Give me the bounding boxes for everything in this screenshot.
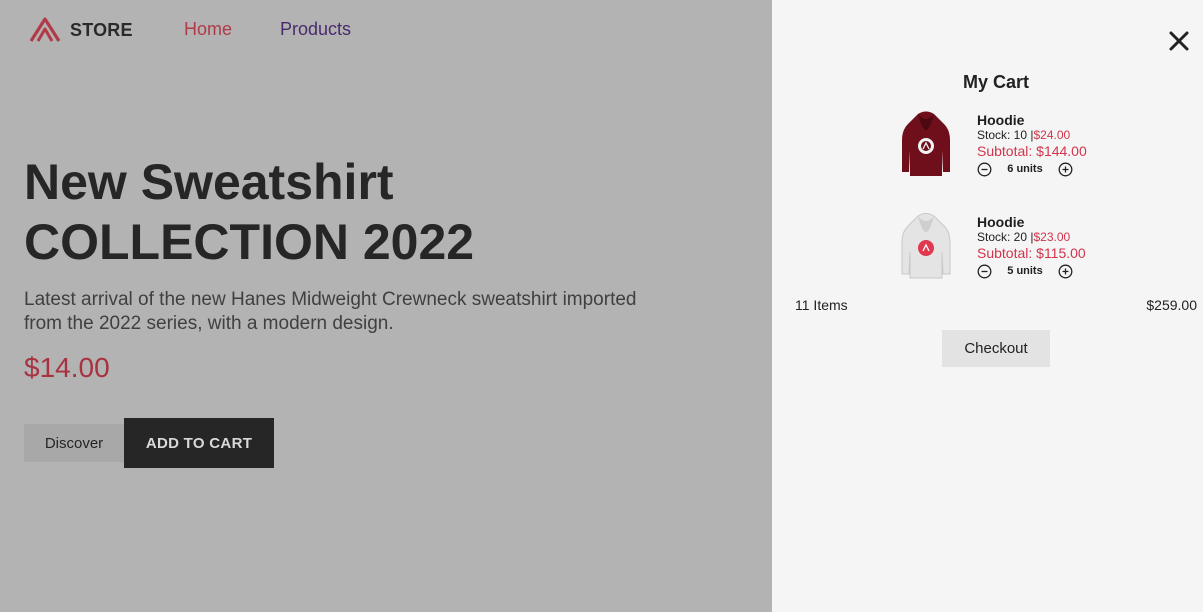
close-icon[interactable]: [1168, 30, 1190, 52]
quantity-stepper: 6 units: [977, 161, 1087, 177]
cart-item-unit-price: $23.00: [1033, 230, 1071, 244]
minus-circle-icon[interactable]: [977, 162, 992, 177]
cart-item-stock-label: Stock: 20 |: [977, 230, 1034, 244]
cart-item-quantity: 5 units: [1007, 265, 1043, 277]
top-nav: STORE Home Products: [28, 16, 351, 44]
cart-item-stock: Stock: 20 |$23.00: [977, 230, 1086, 245]
hoodie-image: [900, 212, 952, 282]
cart-item: Hoodie Stock: 20 |$23.00 Subtotal: $115.…: [900, 210, 1200, 288]
plus-circle-icon[interactable]: [1058, 162, 1073, 177]
cart-item-name: Hoodie: [977, 112, 1025, 128]
discover-button[interactable]: Discover: [24, 424, 124, 462]
main-page: STORE Home Products New Sweatshirt COLLE…: [0, 0, 772, 612]
cart-item-stock: Stock: 10 |$24.00: [977, 128, 1087, 143]
cart-item-name: Hoodie: [977, 214, 1025, 230]
hoodie-image: [900, 110, 952, 180]
cart-item-subtotal: Subtotal: $144.00: [977, 143, 1087, 159]
hero-price: $14.00: [24, 352, 110, 383]
cart-item-unit-price: $24.00: [1033, 128, 1071, 142]
minus-circle-icon[interactable]: [977, 264, 992, 279]
quantity-stepper: 5 units: [977, 263, 1086, 279]
triangle-a-logo-icon: [29, 17, 61, 42]
brand-name: STORE: [70, 19, 133, 40]
cart-drawer: My Cart Hoodie Stock: 10 |$24.00 Subtota…: [772, 0, 1203, 612]
hero-title-line2: COLLECTION 2022: [24, 214, 475, 270]
cart-item: Hoodie Stock: 10 |$24.00 Subtotal: $144.…: [900, 108, 1200, 186]
cart-item-details: Hoodie Stock: 10 |$24.00 Subtotal: $144.…: [977, 112, 1087, 177]
nav-link-home[interactable]: Home: [184, 19, 232, 40]
plus-circle-icon[interactable]: [1058, 264, 1073, 279]
cart-item-quantity: 6 units: [1007, 163, 1043, 175]
brand-logo[interactable]: STORE: [28, 17, 133, 43]
cart-item-details: Hoodie Stock: 20 |$23.00 Subtotal: $115.…: [977, 214, 1086, 279]
cart-item-stock-label: Stock: 10 |: [977, 128, 1034, 142]
cart-item-count: 11 Items: [795, 297, 848, 313]
hero-title-line1: New Sweatshirt: [24, 154, 394, 210]
cart-total: $259.00: [1146, 297, 1197, 313]
hero-description: Latest arrival of the new Hanes Midweigh…: [24, 289, 637, 334]
cart-item-subtotal: Subtotal: $115.00: [977, 245, 1086, 261]
hero-title: New Sweatshirt COLLECTION 2022: [24, 152, 724, 272]
checkout-button[interactable]: Checkout: [942, 330, 1050, 367]
cart-title: My Cart: [962, 72, 1029, 92]
nav-link-products[interactable]: Products: [280, 19, 351, 40]
add-to-cart-button[interactable]: ADD TO CART: [124, 418, 274, 468]
